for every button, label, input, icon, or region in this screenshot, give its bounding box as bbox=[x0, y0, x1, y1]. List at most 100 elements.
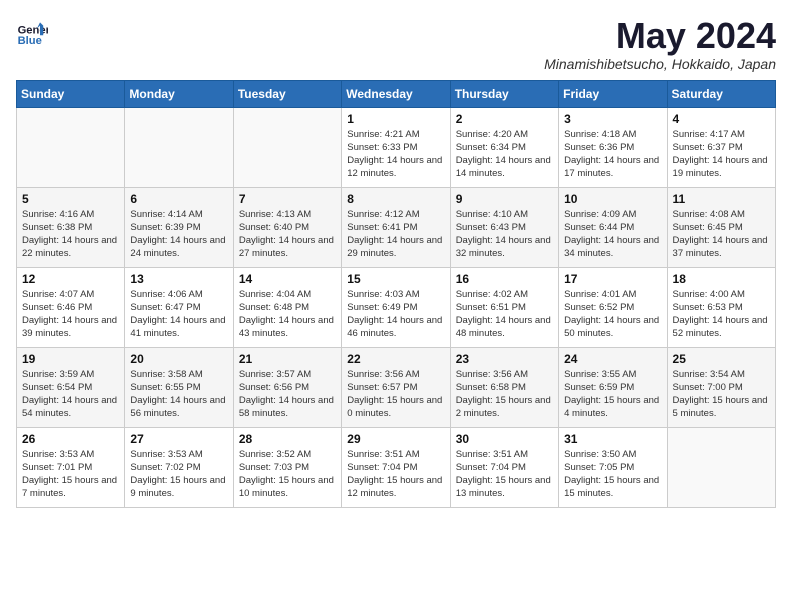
calendar-cell: 6 Sunrise: 4:14 AM Sunset: 6:39 PM Daylig… bbox=[125, 187, 233, 267]
day-info: Sunrise: 4:16 AM Sunset: 6:38 PM Dayligh… bbox=[22, 208, 119, 261]
calendar-cell: 20 Sunrise: 3:58 AM Sunset: 6:55 PM Dayli… bbox=[125, 347, 233, 427]
day-info: Sunrise: 4:07 AM Sunset: 6:46 PM Dayligh… bbox=[22, 288, 119, 341]
day-info: Sunrise: 3:50 AM Sunset: 7:05 PM Dayligh… bbox=[564, 448, 661, 501]
calendar-cell: 24 Sunrise: 3:55 AM Sunset: 6:59 PM Dayli… bbox=[559, 347, 667, 427]
day-number: 3 bbox=[564, 112, 661, 126]
day-number: 8 bbox=[347, 192, 444, 206]
day-info: Sunrise: 3:54 AM Sunset: 7:00 PM Dayligh… bbox=[673, 368, 770, 421]
day-info: Sunrise: 3:56 AM Sunset: 6:58 PM Dayligh… bbox=[456, 368, 553, 421]
calendar-cell: 7 Sunrise: 4:13 AM Sunset: 6:40 PM Daylig… bbox=[233, 187, 341, 267]
day-number: 4 bbox=[673, 112, 770, 126]
calendar-cell: 22 Sunrise: 3:56 AM Sunset: 6:57 PM Dayli… bbox=[342, 347, 450, 427]
day-number: 24 bbox=[564, 352, 661, 366]
day-info: Sunrise: 4:17 AM Sunset: 6:37 PM Dayligh… bbox=[673, 128, 770, 181]
calendar-cell: 14Sunrise: 4:04 AM Sunset: 6:48 PM Dayli… bbox=[233, 267, 341, 347]
month-year-title: May 2024 bbox=[544, 16, 776, 56]
day-info: Sunrise: 3:51 AM Sunset: 7:04 PM Dayligh… bbox=[347, 448, 444, 501]
calendar-cell bbox=[125, 107, 233, 187]
day-info: Sunrise: 4:01 AM Sunset: 6:52 PM Dayligh… bbox=[564, 288, 661, 341]
day-info: Sunrise: 3:58 AM Sunset: 6:55 PM Dayligh… bbox=[130, 368, 227, 421]
weekday-header-saturday: Saturday bbox=[667, 80, 775, 107]
calendar-cell: 9 Sunrise: 4:10 AM Sunset: 6:43 PM Daylig… bbox=[450, 187, 558, 267]
day-info: Sunrise: 4:12 AM Sunset: 6:41 PM Dayligh… bbox=[347, 208, 444, 261]
calendar-week-row: 19 Sunrise: 3:59 AM Sunset: 6:54 PM Dayli… bbox=[17, 347, 776, 427]
page-container: General Blue May 2024 Minamishibetsucho,… bbox=[16, 16, 776, 508]
calendar-cell: 29Sunrise: 3:51 AM Sunset: 7:04 PM Dayli… bbox=[342, 427, 450, 507]
day-info: Sunrise: 3:59 AM Sunset: 6:54 PM Dayligh… bbox=[22, 368, 119, 421]
title-block: May 2024 Minamishibetsucho, Hokkaido, Ja… bbox=[544, 16, 776, 72]
day-number: 13 bbox=[130, 272, 227, 286]
calendar-cell: 4 Sunrise: 4:17 AM Sunset: 6:37 PM Daylig… bbox=[667, 107, 775, 187]
calendar-cell: 30Sunrise: 3:51 AM Sunset: 7:04 PM Dayli… bbox=[450, 427, 558, 507]
calendar-cell: 21 Sunrise: 3:57 AM Sunset: 6:56 PM Dayli… bbox=[233, 347, 341, 427]
calendar-cell: 10 Sunrise: 4:09 AM Sunset: 6:44 PM Dayli… bbox=[559, 187, 667, 267]
day-number: 23 bbox=[456, 352, 553, 366]
calendar-cell bbox=[17, 107, 125, 187]
day-number: 12 bbox=[22, 272, 119, 286]
day-info: Sunrise: 4:06 AM Sunset: 6:47 PM Dayligh… bbox=[130, 288, 227, 341]
calendar-cell bbox=[233, 107, 341, 187]
day-number: 1 bbox=[347, 112, 444, 126]
day-number: 21 bbox=[239, 352, 336, 366]
logo-icon: General Blue bbox=[16, 16, 48, 48]
day-info: Sunrise: 4:10 AM Sunset: 6:43 PM Dayligh… bbox=[456, 208, 553, 261]
day-info: Sunrise: 4:02 AM Sunset: 6:51 PM Dayligh… bbox=[456, 288, 553, 341]
calendar-cell: 17 Sunrise: 4:01 AM Sunset: 6:52 PM Dayli… bbox=[559, 267, 667, 347]
calendar-cell: 26Sunrise: 3:53 AM Sunset: 7:01 PM Dayli… bbox=[17, 427, 125, 507]
day-number: 5 bbox=[22, 192, 119, 206]
day-info: Sunrise: 4:13 AM Sunset: 6:40 PM Dayligh… bbox=[239, 208, 336, 261]
calendar-cell: 12 Sunrise: 4:07 AM Sunset: 6:46 PM Dayli… bbox=[17, 267, 125, 347]
day-info: Sunrise: 4:18 AM Sunset: 6:36 PM Dayligh… bbox=[564, 128, 661, 181]
day-number: 15 bbox=[347, 272, 444, 286]
weekday-header-tuesday: Tuesday bbox=[233, 80, 341, 107]
day-info: Sunrise: 3:51 AM Sunset: 7:04 PM Dayligh… bbox=[456, 448, 553, 501]
day-number: 31 bbox=[564, 432, 661, 446]
day-number: 20 bbox=[130, 352, 227, 366]
calendar-week-row: 1 Sunrise: 4:21 AM Sunset: 6:33 PM Daylig… bbox=[17, 107, 776, 187]
weekday-header-friday: Friday bbox=[559, 80, 667, 107]
day-info: Sunrise: 4:14 AM Sunset: 6:39 PM Dayligh… bbox=[130, 208, 227, 261]
calendar-cell: 5 Sunrise: 4:16 AM Sunset: 6:38 PM Daylig… bbox=[17, 187, 125, 267]
day-number: 6 bbox=[130, 192, 227, 206]
calendar-cell: 16Sunrise: 4:02 AM Sunset: 6:51 PM Dayli… bbox=[450, 267, 558, 347]
calendar-week-row: 26Sunrise: 3:53 AM Sunset: 7:01 PM Dayli… bbox=[17, 427, 776, 507]
day-number: 9 bbox=[456, 192, 553, 206]
day-info: Sunrise: 4:00 AM Sunset: 6:53 PM Dayligh… bbox=[673, 288, 770, 341]
calendar-cell bbox=[667, 427, 775, 507]
calendar-cell: 2Sunrise: 4:20 AM Sunset: 6:34 PM Daylig… bbox=[450, 107, 558, 187]
weekday-header-thursday: Thursday bbox=[450, 80, 558, 107]
day-info: Sunrise: 4:03 AM Sunset: 6:49 PM Dayligh… bbox=[347, 288, 444, 341]
svg-text:Blue: Blue bbox=[18, 35, 42, 47]
day-number: 10 bbox=[564, 192, 661, 206]
day-info: Sunrise: 3:56 AM Sunset: 6:57 PM Dayligh… bbox=[347, 368, 444, 421]
calendar-cell: 19 Sunrise: 3:59 AM Sunset: 6:54 PM Dayli… bbox=[17, 347, 125, 427]
calendar-cell: 18 Sunrise: 4:00 AM Sunset: 6:53 PM Dayli… bbox=[667, 267, 775, 347]
weekday-header-monday: Monday bbox=[125, 80, 233, 107]
calendar-cell: 27Sunrise: 3:53 AM Sunset: 7:02 PM Dayli… bbox=[125, 427, 233, 507]
calendar-week-row: 5 Sunrise: 4:16 AM Sunset: 6:38 PM Daylig… bbox=[17, 187, 776, 267]
day-info: Sunrise: 4:08 AM Sunset: 6:45 PM Dayligh… bbox=[673, 208, 770, 261]
logo: General Blue bbox=[16, 16, 48, 48]
day-number: 22 bbox=[347, 352, 444, 366]
day-info: Sunrise: 4:21 AM Sunset: 6:33 PM Dayligh… bbox=[347, 128, 444, 181]
day-info: Sunrise: 3:52 AM Sunset: 7:03 PM Dayligh… bbox=[239, 448, 336, 501]
calendar-week-row: 12 Sunrise: 4:07 AM Sunset: 6:46 PM Dayli… bbox=[17, 267, 776, 347]
calendar-table: SundayMondayTuesdayWednesdayThursdayFrid… bbox=[16, 80, 776, 508]
day-info: Sunrise: 3:57 AM Sunset: 6:56 PM Dayligh… bbox=[239, 368, 336, 421]
day-info: Sunrise: 4:20 AM Sunset: 6:34 PM Dayligh… bbox=[456, 128, 553, 181]
day-number: 17 bbox=[564, 272, 661, 286]
location-subtitle: Minamishibetsucho, Hokkaido, Japan bbox=[544, 56, 776, 72]
day-info: Sunrise: 4:09 AM Sunset: 6:44 PM Dayligh… bbox=[564, 208, 661, 261]
day-info: Sunrise: 3:53 AM Sunset: 7:02 PM Dayligh… bbox=[130, 448, 227, 501]
calendar-cell: 28Sunrise: 3:52 AM Sunset: 7:03 PM Dayli… bbox=[233, 427, 341, 507]
calendar-cell: 25Sunrise: 3:54 AM Sunset: 7:00 PM Dayli… bbox=[667, 347, 775, 427]
day-number: 19 bbox=[22, 352, 119, 366]
day-info: Sunrise: 3:55 AM Sunset: 6:59 PM Dayligh… bbox=[564, 368, 661, 421]
weekday-header-sunday: Sunday bbox=[17, 80, 125, 107]
calendar-cell: 8 Sunrise: 4:12 AM Sunset: 6:41 PM Daylig… bbox=[342, 187, 450, 267]
day-number: 14 bbox=[239, 272, 336, 286]
day-number: 18 bbox=[673, 272, 770, 286]
day-number: 7 bbox=[239, 192, 336, 206]
calendar-cell: 15 Sunrise: 4:03 AM Sunset: 6:49 PM Dayli… bbox=[342, 267, 450, 347]
weekday-header-wednesday: Wednesday bbox=[342, 80, 450, 107]
